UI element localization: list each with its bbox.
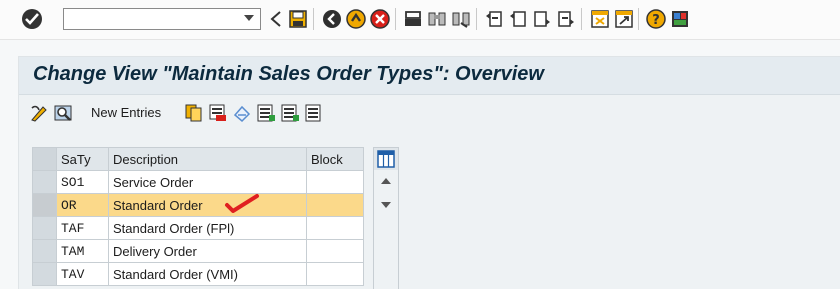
last-page-icon[interactable]: [556, 9, 576, 29]
save-icon[interactable]: [288, 9, 308, 29]
order-type-code: TAF: [56, 216, 109, 240]
display-change-icon[interactable]: [29, 103, 49, 123]
order-type-description: Delivery Order: [108, 239, 307, 263]
order-type-block: [306, 216, 364, 240]
create-session-icon[interactable]: [590, 9, 610, 29]
find-next-icon[interactable]: [451, 9, 471, 29]
select-block-icon[interactable]: [280, 103, 300, 123]
system-toolbar: ?: [0, 0, 840, 40]
order-type-code: TAV: [56, 262, 109, 286]
enter-icon[interactable]: [22, 9, 42, 29]
back-nav-icon[interactable]: [322, 9, 342, 29]
order-type-description: Standard Order: [108, 193, 307, 217]
delete-icon[interactable]: [208, 103, 228, 123]
order-type-description: Standard Order (VMI): [108, 262, 307, 286]
table-settings-icon: [377, 150, 395, 168]
order-type-code: SO1: [56, 170, 109, 194]
order-type-block: [306, 262, 364, 286]
application-toolbar: New Entries: [19, 97, 840, 129]
shortcut-icon[interactable]: [614, 9, 634, 29]
row-selector[interactable]: [32, 216, 57, 240]
customize-layout-icon[interactable]: [670, 9, 690, 29]
title-bar: Change View "Maintain Sales Order Types"…: [19, 57, 840, 95]
first-page-icon[interactable]: [484, 9, 504, 29]
separator: [395, 8, 396, 30]
print-icon[interactable]: [403, 9, 423, 29]
table-row[interactable]: TAV Standard Order (VMI): [32, 262, 364, 286]
separator: [313, 8, 314, 30]
find-icon[interactable]: [427, 9, 447, 29]
svg-text:?: ?: [652, 13, 660, 28]
table-row[interactable]: OR Standard Order: [32, 193, 364, 217]
column-header-saty[interactable]: SaTy: [56, 147, 109, 171]
previous-page-icon[interactable]: [508, 9, 528, 29]
separator: [476, 8, 477, 30]
order-type-description: Standard Order (FPl): [108, 216, 307, 240]
row-selector[interactable]: [32, 239, 57, 263]
command-field[interactable]: [63, 8, 261, 30]
scroll-up-icon[interactable]: [381, 178, 391, 184]
column-header-block[interactable]: Block: [306, 147, 364, 171]
command-input[interactable]: [64, 9, 234, 29]
checkmark-annotation-icon: [225, 194, 259, 213]
select-all-cell[interactable]: [32, 147, 57, 171]
deselect-all-icon[interactable]: [304, 103, 324, 123]
back-icon[interactable]: [267, 9, 287, 29]
order-type-description: Service Order: [108, 170, 307, 194]
next-page-icon[interactable]: [532, 9, 552, 29]
order-type-block: [306, 170, 364, 194]
row-selector[interactable]: [32, 170, 57, 194]
row-selector[interactable]: [32, 262, 57, 286]
chevron-down-icon[interactable]: [244, 15, 254, 21]
separator: [581, 8, 582, 30]
order-type-code: OR: [56, 193, 109, 217]
sales-order-types-table: SaTy Description Block SO1 Service Order…: [32, 147, 364, 286]
scroll-down-icon[interactable]: [381, 202, 391, 208]
table-settings-button[interactable]: [373, 147, 399, 171]
copy-as-icon[interactable]: [184, 103, 204, 123]
table-header-row: SaTy Description Block: [32, 147, 364, 171]
table-row[interactable]: SO1 Service Order: [32, 170, 364, 194]
order-type-block: [306, 193, 364, 217]
new-entries-button[interactable]: New Entries: [91, 105, 161, 120]
vertical-scrollbar[interactable]: [373, 170, 399, 289]
row-selector[interactable]: [32, 193, 57, 217]
help-icon[interactable]: ?: [646, 9, 666, 29]
table-row[interactable]: TAF Standard Order (FPl): [32, 216, 364, 240]
page-title: Change View "Maintain Sales Order Types"…: [33, 63, 544, 85]
undo-change-icon[interactable]: [232, 103, 252, 123]
order-type-block: [306, 239, 364, 263]
column-header-description[interactable]: Description: [108, 147, 307, 171]
select-all-icon[interactable]: [256, 103, 276, 123]
order-type-code: TAM: [56, 239, 109, 263]
separator: [638, 8, 639, 30]
table-row[interactable]: TAM Delivery Order: [32, 239, 364, 263]
cancel-icon[interactable]: [370, 9, 390, 29]
other-view-icon[interactable]: [53, 103, 73, 123]
exit-icon[interactable]: [346, 9, 366, 29]
